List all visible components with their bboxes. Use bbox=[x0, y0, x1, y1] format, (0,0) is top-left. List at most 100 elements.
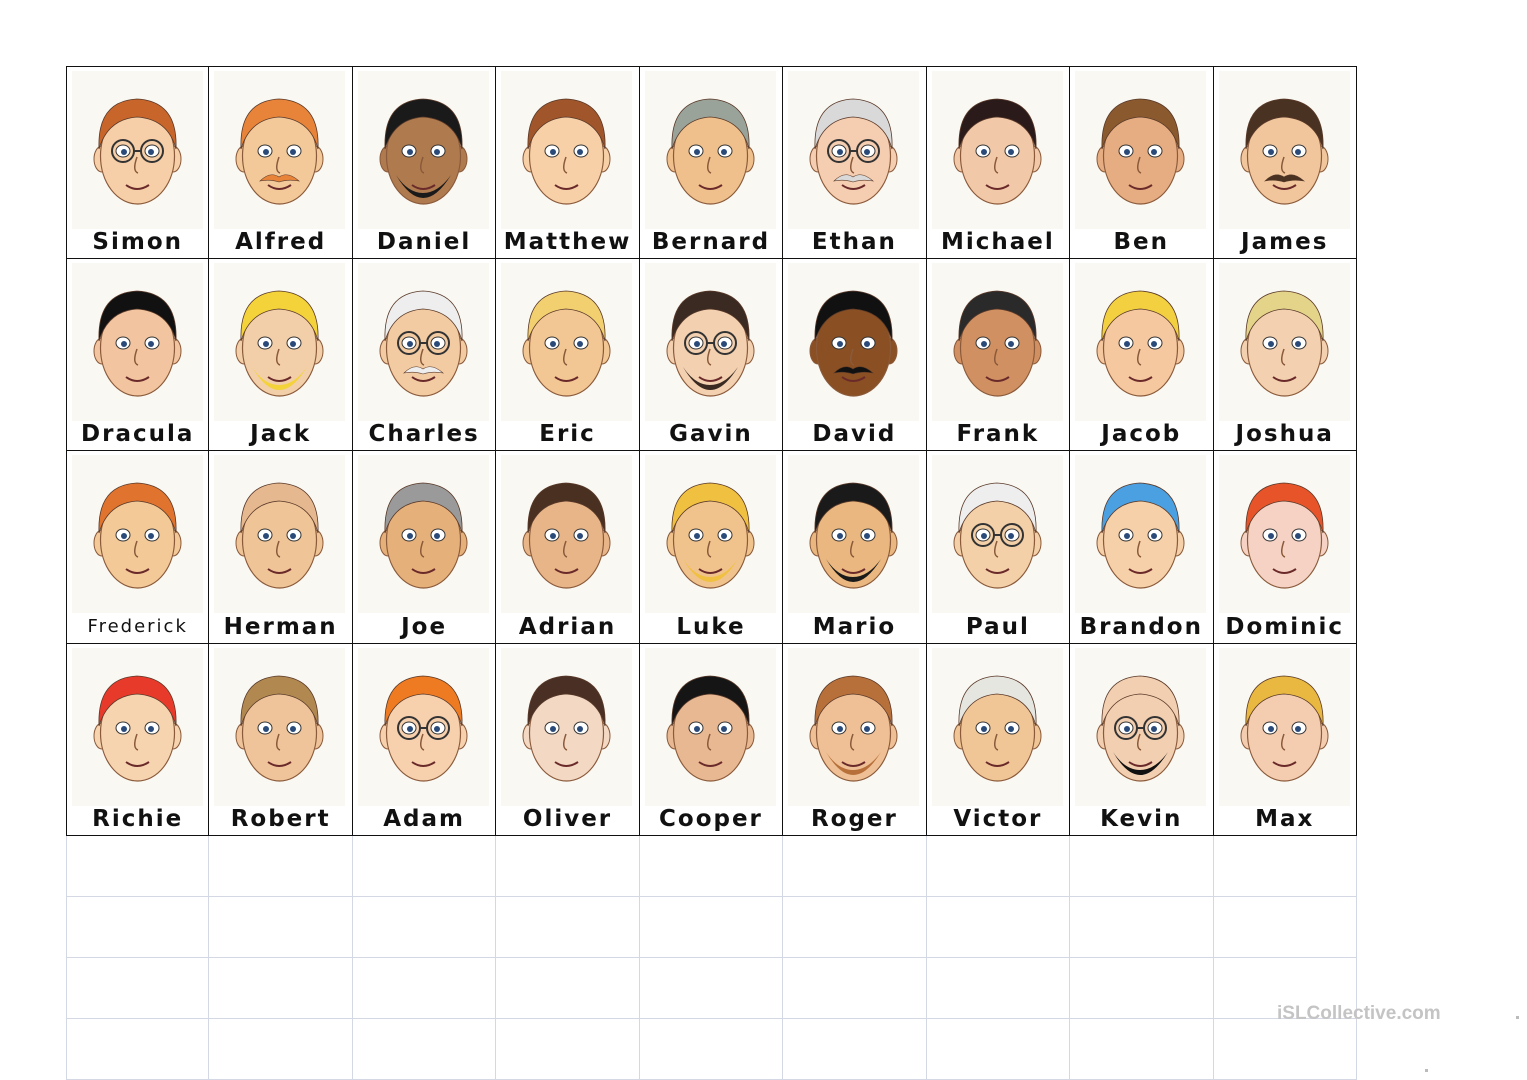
character-card: Dracula bbox=[66, 258, 210, 452]
character-name: David bbox=[812, 421, 897, 448]
character-card: Victor bbox=[926, 643, 1071, 837]
character-card: Charles bbox=[352, 258, 497, 452]
character-name: Alfred bbox=[235, 228, 327, 255]
character-name: Joe bbox=[401, 613, 448, 640]
character-name: Mario bbox=[812, 613, 897, 640]
watermark: iSLCollective.com bbox=[1277, 1003, 1441, 1024]
character-face-image bbox=[644, 262, 776, 421]
character-card: Roger bbox=[783, 643, 927, 837]
character-face-image bbox=[72, 262, 203, 421]
blank-cell bbox=[496, 958, 640, 1019]
character-face-image bbox=[357, 647, 489, 806]
character-name: Daniel bbox=[376, 228, 472, 255]
character-name: Dracula bbox=[81, 421, 195, 448]
blank-cell bbox=[352, 836, 497, 897]
character-name: Simon bbox=[92, 228, 184, 255]
character-name: Charles bbox=[368, 421, 480, 448]
blank-cell bbox=[1070, 897, 1214, 958]
blank-cell bbox=[1213, 897, 1357, 958]
character-face-image bbox=[644, 71, 776, 229]
blank-cell bbox=[926, 958, 1071, 1019]
character-card: Oliver bbox=[496, 643, 640, 837]
character-card: Ethan bbox=[783, 66, 927, 259]
character-face-image bbox=[72, 455, 203, 614]
character-face-image bbox=[357, 455, 489, 614]
blank-cell bbox=[639, 836, 784, 897]
character-face-image bbox=[931, 455, 1063, 614]
character-face-image bbox=[214, 455, 346, 614]
character-card: Jacob bbox=[1070, 258, 1214, 452]
character-row: Frederick Herman Joe Adrian Luke Mario P… bbox=[66, 451, 1357, 644]
character-face-image bbox=[501, 262, 633, 421]
character-name: Eric bbox=[539, 421, 596, 448]
character-face-image bbox=[788, 647, 920, 806]
character-face-image bbox=[788, 262, 920, 421]
blank-cell bbox=[352, 1019, 497, 1080]
blank-cell bbox=[66, 1019, 210, 1080]
character-face-image bbox=[1075, 262, 1207, 421]
blank-cell bbox=[66, 897, 210, 958]
character-face-image bbox=[357, 71, 489, 229]
character-grid: Simon Alfred Daniel Matthew Bernard Etha… bbox=[66, 66, 1357, 837]
character-face-image bbox=[214, 262, 346, 421]
character-face-image bbox=[1218, 647, 1350, 806]
blank-cell bbox=[209, 1019, 353, 1080]
character-name: Ben bbox=[1113, 228, 1170, 255]
character-name: Frederick bbox=[87, 615, 188, 637]
blank-grid bbox=[66, 836, 1357, 1080]
blank-cell bbox=[926, 836, 1071, 897]
blank-cell bbox=[66, 836, 210, 897]
character-name: Cooper bbox=[659, 806, 763, 833]
character-name: Gavin bbox=[669, 421, 753, 448]
character-card: Richie bbox=[66, 643, 210, 837]
blank-cell bbox=[783, 897, 927, 958]
blank-row bbox=[66, 958, 1357, 1019]
character-card: Eric bbox=[496, 258, 640, 452]
character-name: Brandon bbox=[1079, 613, 1203, 640]
character-card: Dominic bbox=[1213, 451, 1357, 644]
character-face-image bbox=[72, 647, 203, 806]
character-name: Richie bbox=[92, 806, 184, 833]
character-face-image bbox=[788, 71, 920, 229]
blank-cell bbox=[209, 958, 353, 1019]
blank-cell bbox=[352, 897, 497, 958]
character-name: Paul bbox=[965, 613, 1030, 640]
blank-cell bbox=[639, 1019, 784, 1080]
blank-cell bbox=[1070, 1019, 1214, 1080]
blank-cell bbox=[783, 958, 927, 1019]
character-card: Frank bbox=[926, 258, 1071, 452]
blank-cell bbox=[1213, 836, 1357, 897]
character-face-image bbox=[1075, 71, 1207, 229]
character-name: Joshua bbox=[1235, 421, 1334, 448]
character-name: Adrian bbox=[518, 613, 617, 640]
blank-cell bbox=[639, 897, 784, 958]
character-card: Ben bbox=[1070, 66, 1214, 259]
blank-cell bbox=[66, 958, 210, 1019]
character-face-image bbox=[214, 71, 346, 229]
character-card: Joe bbox=[352, 451, 497, 644]
blank-cell bbox=[496, 836, 640, 897]
character-face-image bbox=[931, 71, 1063, 229]
dot-mark bbox=[1425, 1069, 1428, 1072]
character-face-image bbox=[357, 262, 489, 421]
character-name: Luke bbox=[676, 613, 746, 640]
character-card: Jack bbox=[209, 258, 353, 452]
character-card: Cooper bbox=[639, 643, 784, 837]
character-name: Jack bbox=[250, 421, 312, 448]
character-card: Daniel bbox=[352, 66, 497, 259]
blank-cell bbox=[352, 958, 497, 1019]
character-name: Jacob bbox=[1101, 421, 1182, 448]
character-card: Mario bbox=[783, 451, 927, 644]
character-face-image bbox=[644, 455, 776, 614]
blank-row bbox=[66, 836, 1357, 897]
character-card: Matthew bbox=[496, 66, 640, 259]
character-name: Oliver bbox=[522, 806, 613, 833]
character-name: Dominic bbox=[1225, 613, 1345, 640]
blank-cell bbox=[496, 897, 640, 958]
character-name: Max bbox=[1255, 806, 1315, 833]
blank-cell bbox=[209, 897, 353, 958]
blank-cell bbox=[1070, 958, 1214, 1019]
blank-cell bbox=[1213, 1019, 1357, 1080]
character-card: Simon bbox=[66, 66, 210, 259]
character-face-image bbox=[214, 647, 346, 806]
